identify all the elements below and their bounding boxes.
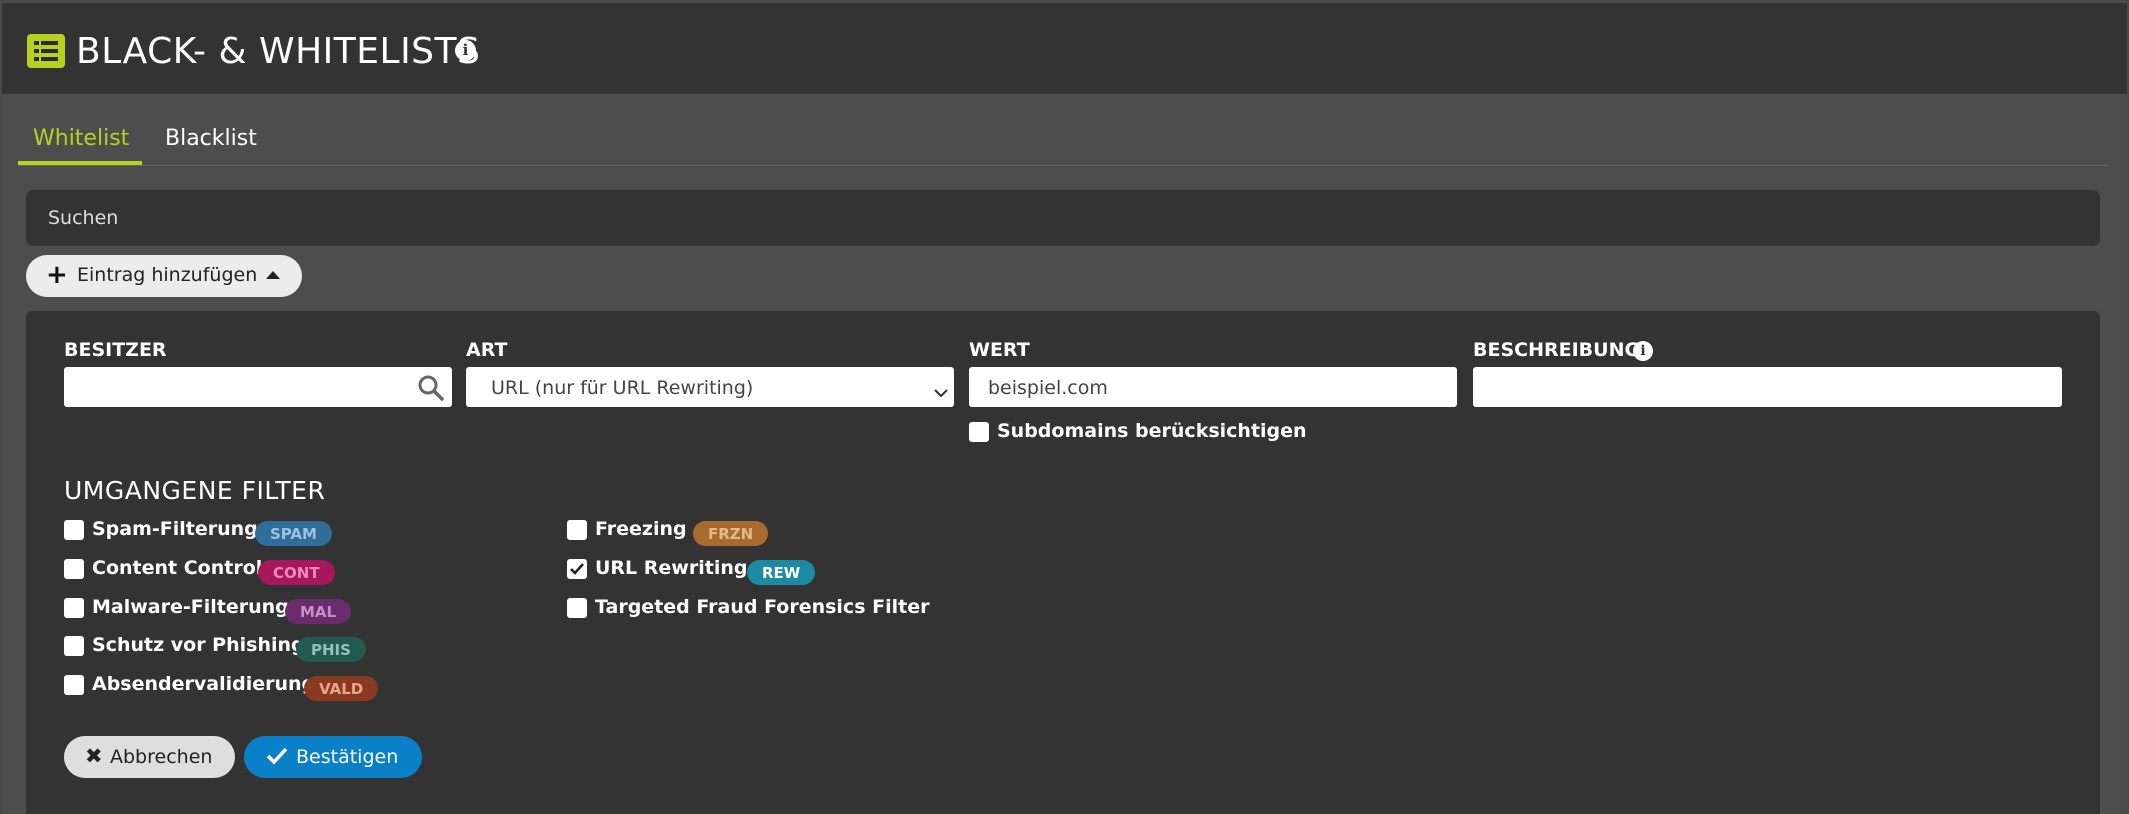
type-label: ART: [466, 339, 508, 361]
malware-filter-label: Malware-Filterung: [92, 596, 289, 618]
content-control-label: Content Control: [92, 557, 263, 579]
owner-field[interactable]: [64, 367, 452, 407]
cancel-label: Abbrechen: [110, 746, 213, 768]
description-label: BESCHREIBUNG: [1473, 339, 1641, 361]
malware-filter-checkbox[interactable]: [64, 598, 84, 618]
add-entry-form: BESITZER ART URL (nur für URL Rewriting)…: [26, 311, 2100, 814]
type-select[interactable]: URL (nur für URL Rewriting): [466, 367, 954, 407]
sender-validation-badge: VALD: [304, 676, 379, 701]
subdomains-label: Subdomains berücksichtigen: [997, 420, 1307, 442]
search-placeholder: Suchen: [48, 207, 119, 229]
freezing-checkbox[interactable]: [567, 520, 587, 540]
sender-validation-checkbox[interactable]: [64, 675, 84, 695]
chevron-down-icon: [934, 381, 948, 403]
url-rewriting-badge: REW: [747, 560, 816, 585]
search-icon[interactable]: [418, 375, 444, 406]
spam-filter-label: Spam-Filterung: [92, 518, 258, 540]
value-field[interactable]: beispiel.com: [969, 367, 1457, 407]
phishing-checkbox[interactable]: [64, 636, 84, 656]
freezing-badge: FRZN: [693, 521, 769, 546]
malware-badge: MAL: [285, 599, 352, 624]
type-selected-value: URL (nur für URL Rewriting): [491, 377, 754, 399]
main-content: Whitelist Blacklist Suchen + Eintrag hin…: [2, 94, 2127, 814]
content-control-checkbox[interactable]: [64, 559, 84, 579]
targeted-fraud-label: Targeted Fraud Forensics Filter: [595, 596, 930, 618]
add-entry-label: Eintrag hinzufügen: [77, 264, 258, 286]
check-icon: [266, 747, 288, 770]
list-icon: [27, 34, 65, 68]
value-label: WERT: [969, 339, 1030, 361]
close-icon: ✖: [85, 744, 103, 768]
sender-validation-label: Absendervalidierung: [92, 673, 316, 695]
url-rewriting-checkbox[interactable]: [567, 559, 587, 579]
content-control-badge: CONT: [258, 560, 335, 585]
active-tab-indicator: [18, 161, 142, 165]
freezing-label: Freezing: [595, 518, 687, 540]
phishing-label: Schutz vor Phishing: [92, 634, 305, 656]
spam-badge: SPAM: [255, 521, 332, 546]
caret-up-icon: [266, 271, 280, 279]
confirm-label: Bestätigen: [296, 746, 399, 768]
tabs-divider: [18, 165, 2110, 166]
section-title: UMGANGENE FILTER: [64, 476, 326, 505]
info-icon[interactable]: i: [1633, 341, 1653, 361]
subdomains-checkbox[interactable]: [969, 422, 989, 442]
add-entry-button[interactable]: + Eintrag hinzufügen: [26, 255, 302, 297]
phishing-badge: PHIS: [296, 637, 366, 662]
page-title: BLACK- & WHITELISTS: [76, 31, 481, 72]
tab-blacklist[interactable]: Blacklist: [165, 126, 257, 151]
cancel-button[interactable]: ✖ Abbrechen: [64, 736, 235, 778]
spam-filter-checkbox[interactable]: [64, 520, 84, 540]
confirm-button[interactable]: Bestätigen: [244, 736, 422, 778]
description-field[interactable]: [1473, 367, 2062, 407]
owner-label: BESITZER: [64, 339, 167, 361]
tab-whitelist[interactable]: Whitelist: [33, 126, 129, 151]
info-icon[interactable]: i: [455, 40, 476, 61]
value-text: beispiel.com: [988, 377, 1108, 399]
url-rewriting-label: URL Rewriting: [595, 557, 748, 579]
search-input[interactable]: Suchen: [26, 190, 2100, 246]
checkmark-icon: [570, 563, 584, 575]
targeted-fraud-checkbox[interactable]: [567, 598, 587, 618]
page-header: BLACK- & WHITELISTS i: [2, 3, 2127, 94]
plus-icon: +: [46, 260, 68, 290]
